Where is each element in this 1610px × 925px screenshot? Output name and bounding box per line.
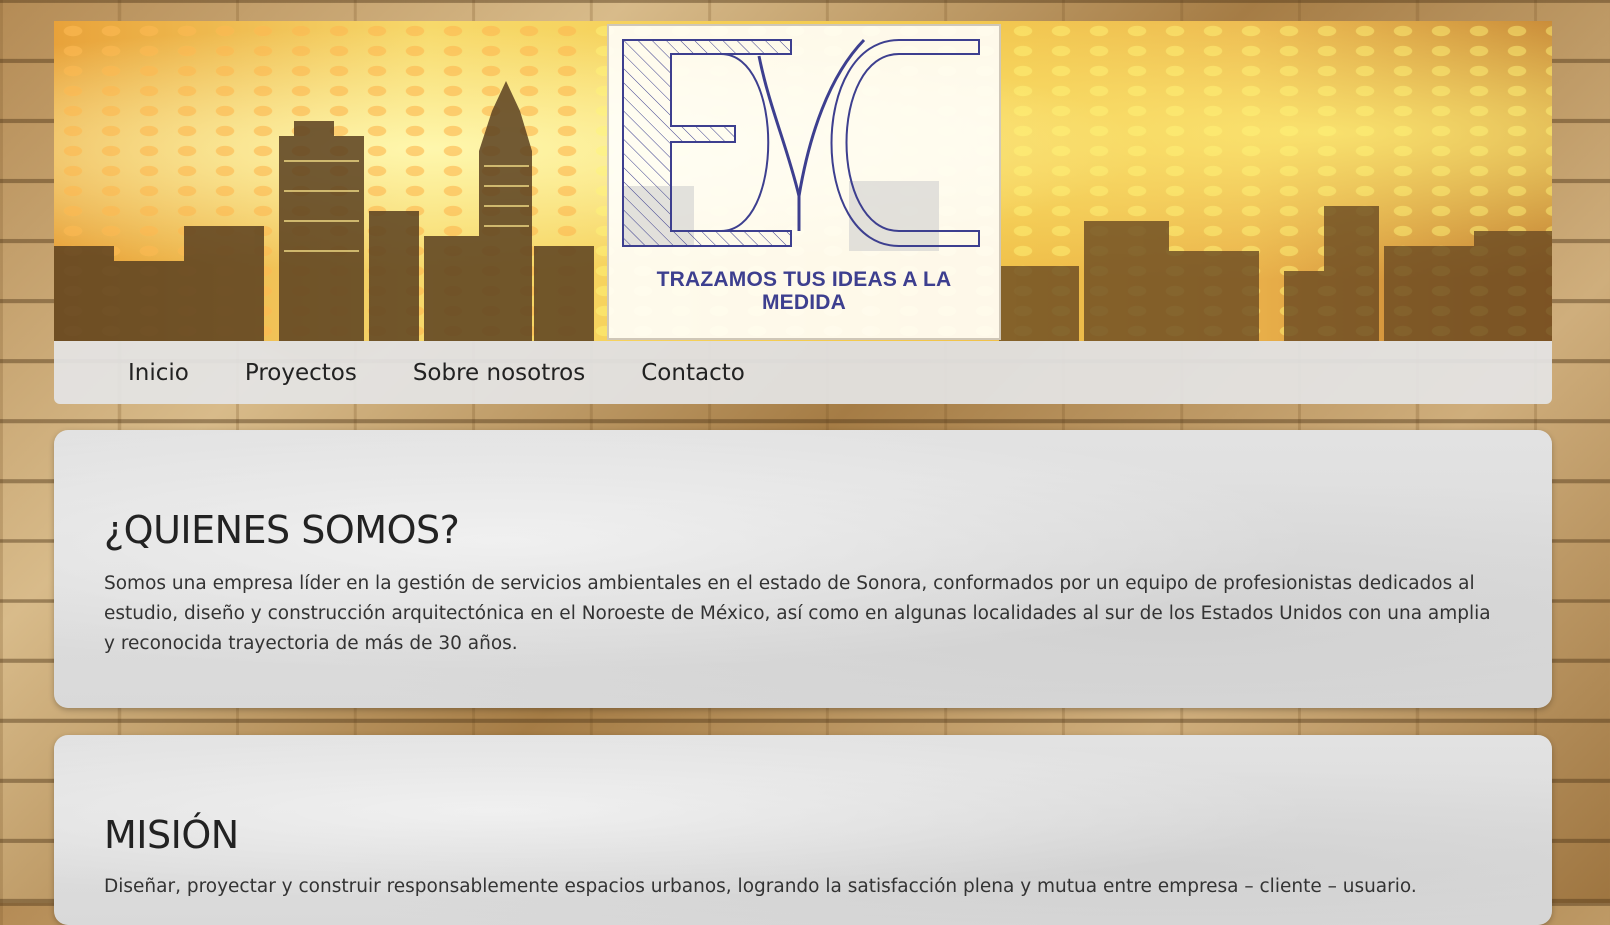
section-mision: MISIÓN Diseñar, proyectar y construir re… [54,735,1552,925]
main-nav: Inicio Proyectos Sobre nosotros Contacto [54,341,1552,404]
section-body: Somos una empresa líder en la gestión de… [104,573,1491,654]
tagline-line-1: TRAZAMOS TUS IDEAS A LA [656,268,952,291]
section-title: ¿QUIENES SOMOS? [104,508,460,552]
logo-tagline: TRAZAMOS TUS IDEAS A LA MEDIDA [609,268,999,314]
nav-link-sobre-nosotros[interactable]: Sobre nosotros [413,360,585,386]
section-body: Diseñar, proyectar y construir responsab… [104,876,1417,897]
tagline-line-2: MEDIDA [761,291,847,314]
section-quienes-somos: ¿QUIENES SOMOS? Somos una empresa líder … [54,430,1552,708]
company-logo: TRAZAMOS TUS IDEAS A LA MEDIDA [607,24,1001,340]
page-header: TRAZAMOS TUS IDEAS A LA MEDIDA Inicio Pr… [54,21,1552,404]
nav-link-proyectos[interactable]: Proyectos [245,360,357,386]
nav-link-contacto[interactable]: Contacto [641,360,745,386]
nav-link-inicio[interactable]: Inicio [128,360,189,386]
section-title: MISIÓN [104,813,239,857]
header-banner: TRAZAMOS TUS IDEAS A LA MEDIDA [54,21,1552,341]
